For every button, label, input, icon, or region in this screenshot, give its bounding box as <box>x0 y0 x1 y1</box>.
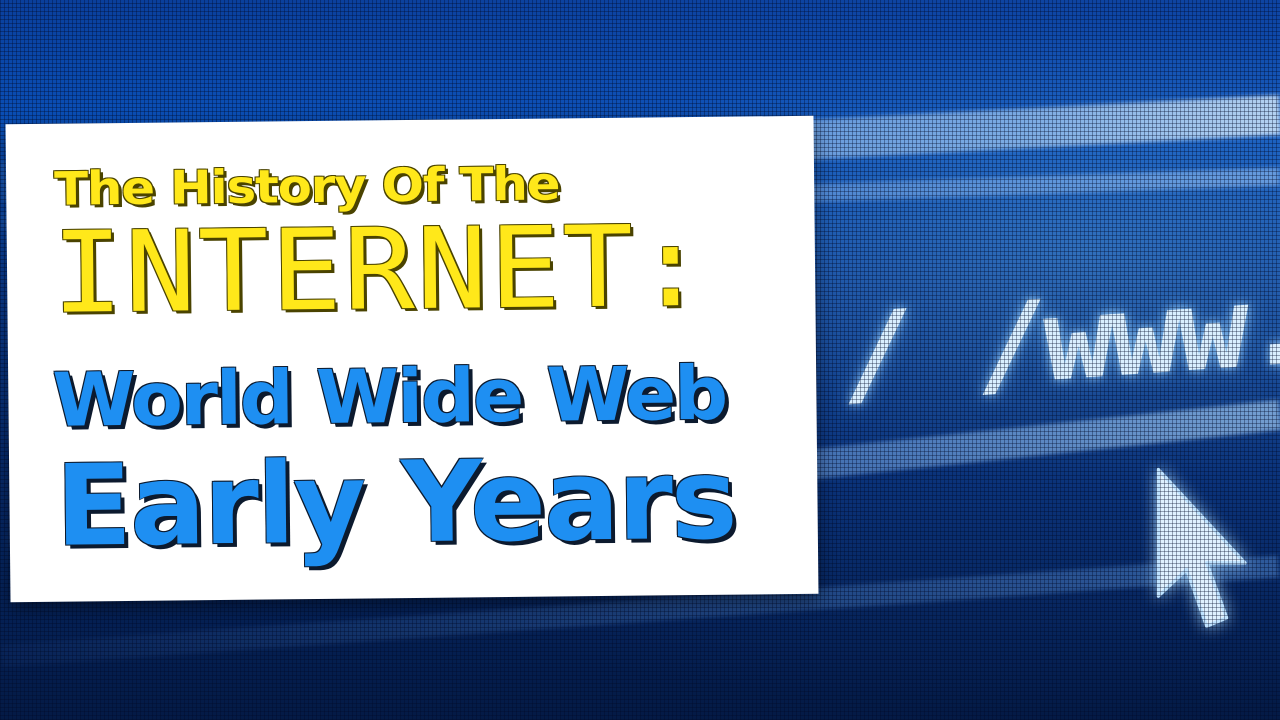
title-line-www: World Wide Web <box>51 350 727 444</box>
title-line-early-years: Early Years <box>54 434 737 572</box>
thumbnail: / /www. The History Of The INTERNET: Wor… <box>0 0 1280 720</box>
title-line-internet: INTERNET: <box>51 201 709 339</box>
browser-url-text: / /www. <box>842 257 1280 421</box>
mouse-pointer-icon <box>1150 462 1250 637</box>
title-card: The History Of The INTERNET: World Wide … <box>5 115 819 603</box>
